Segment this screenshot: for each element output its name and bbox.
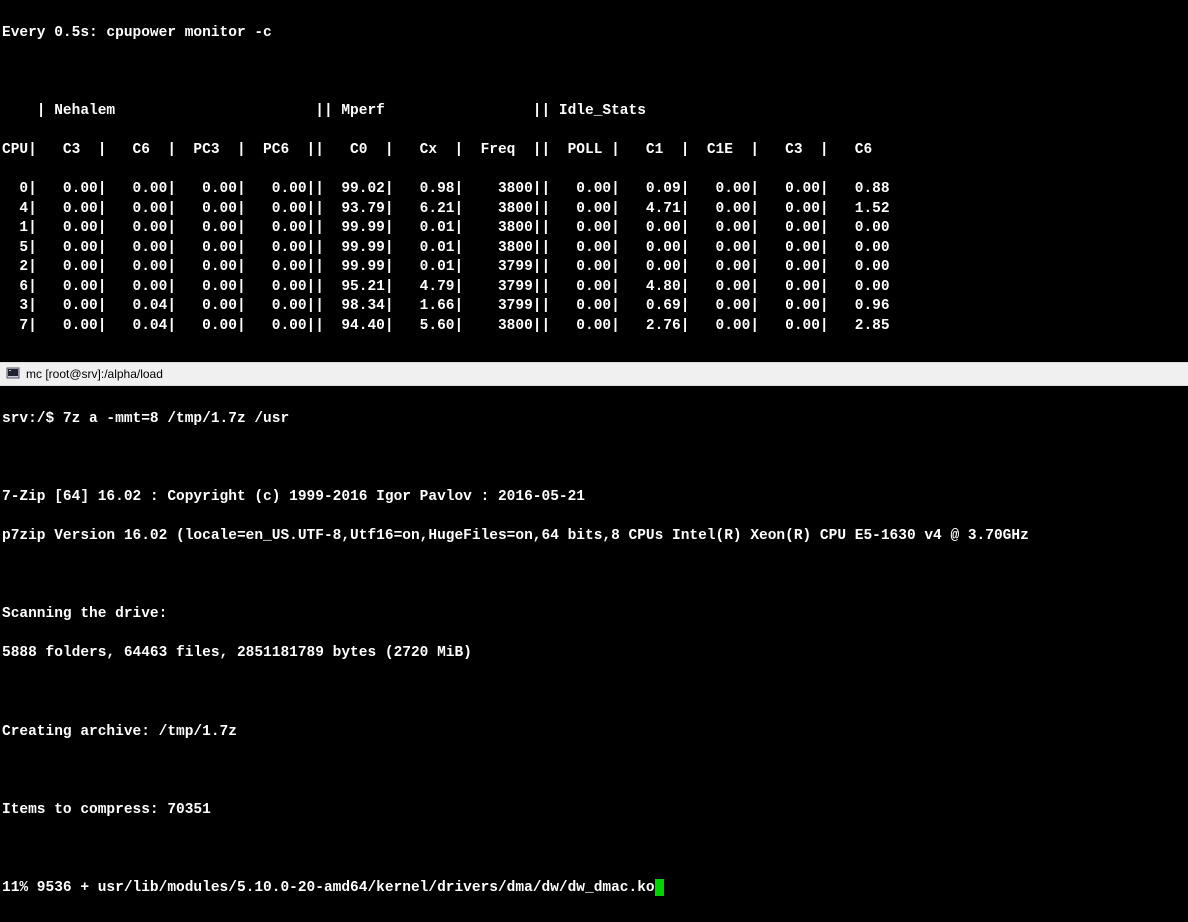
table-row: 7| 0.00| 0.04| 0.00| 0.00|| 94.40| 5.60|…	[2, 317, 1186, 337]
create-archive: Creating archive: /tmp/1.7z	[2, 723, 1186, 743]
shell-command: srv:/$ 7z a -mmt=8 /tmp/1.7z /usr	[2, 410, 1186, 430]
terminal-cursor	[655, 879, 664, 896]
scan-stats: 5888 folders, 64463 files, 2851181789 by…	[2, 644, 1186, 664]
putty-icon	[6, 367, 20, 381]
table-row: 4| 0.00| 0.00| 0.00| 0.00|| 93.79| 6.21|…	[2, 200, 1186, 220]
7zip-banner-1: 7-Zip [64] 16.02 : Copyright (c) 1999-20…	[2, 488, 1186, 508]
monitor-column-header: CPU| C3 | C6 | PC3 | PC6 || C0 | Cx | Fr…	[2, 141, 1186, 161]
progress-line: 11% 9536 + usr/lib/modules/5.10.0-20-amd…	[2, 879, 1186, 899]
table-row: 6| 0.00| 0.00| 0.00| 0.00|| 95.21| 4.79|…	[2, 278, 1186, 298]
7zip-output: srv:/$ 7z a -mmt=8 /tmp/1.7z /usr 7-Zip …	[0, 386, 1188, 922]
watch-header: Every 0.5s: cpupower monitor -c	[2, 24, 1186, 44]
cpupower-monitor-output: Every 0.5s: cpupower monitor -c | Nehale…	[0, 0, 1188, 362]
table-row: 3| 0.00| 0.04| 0.00| 0.00|| 98.34| 1.66|…	[2, 297, 1186, 317]
scan-label: Scanning the drive:	[2, 605, 1186, 625]
monitor-rows: 0| 0.00| 0.00| 0.00| 0.00|| 99.02| 0.98|…	[2, 180, 1186, 337]
window-titlebar[interactable]: mc [root@srv]:/alpha/load	[0, 362, 1188, 386]
monitor-group-header: | Nehalem || Mperf || Idle_Stats	[2, 102, 1186, 122]
table-row: 5| 0.00| 0.00| 0.00| 0.00|| 99.99| 0.01|…	[2, 239, 1186, 259]
table-row: 2| 0.00| 0.00| 0.00| 0.00|| 99.99| 0.01|…	[2, 258, 1186, 278]
items-count: Items to compress: 70351	[2, 801, 1186, 821]
7zip-banner-2: p7zip Version 16.02 (locale=en_US.UTF-8,…	[2, 527, 1186, 547]
window-title-text: mc [root@srv]:/alpha/load	[26, 366, 163, 382]
table-row: 1| 0.00| 0.00| 0.00| 0.00|| 99.99| 0.01|…	[2, 219, 1186, 239]
table-row: 0| 0.00| 0.00| 0.00| 0.00|| 99.02| 0.98|…	[2, 180, 1186, 200]
